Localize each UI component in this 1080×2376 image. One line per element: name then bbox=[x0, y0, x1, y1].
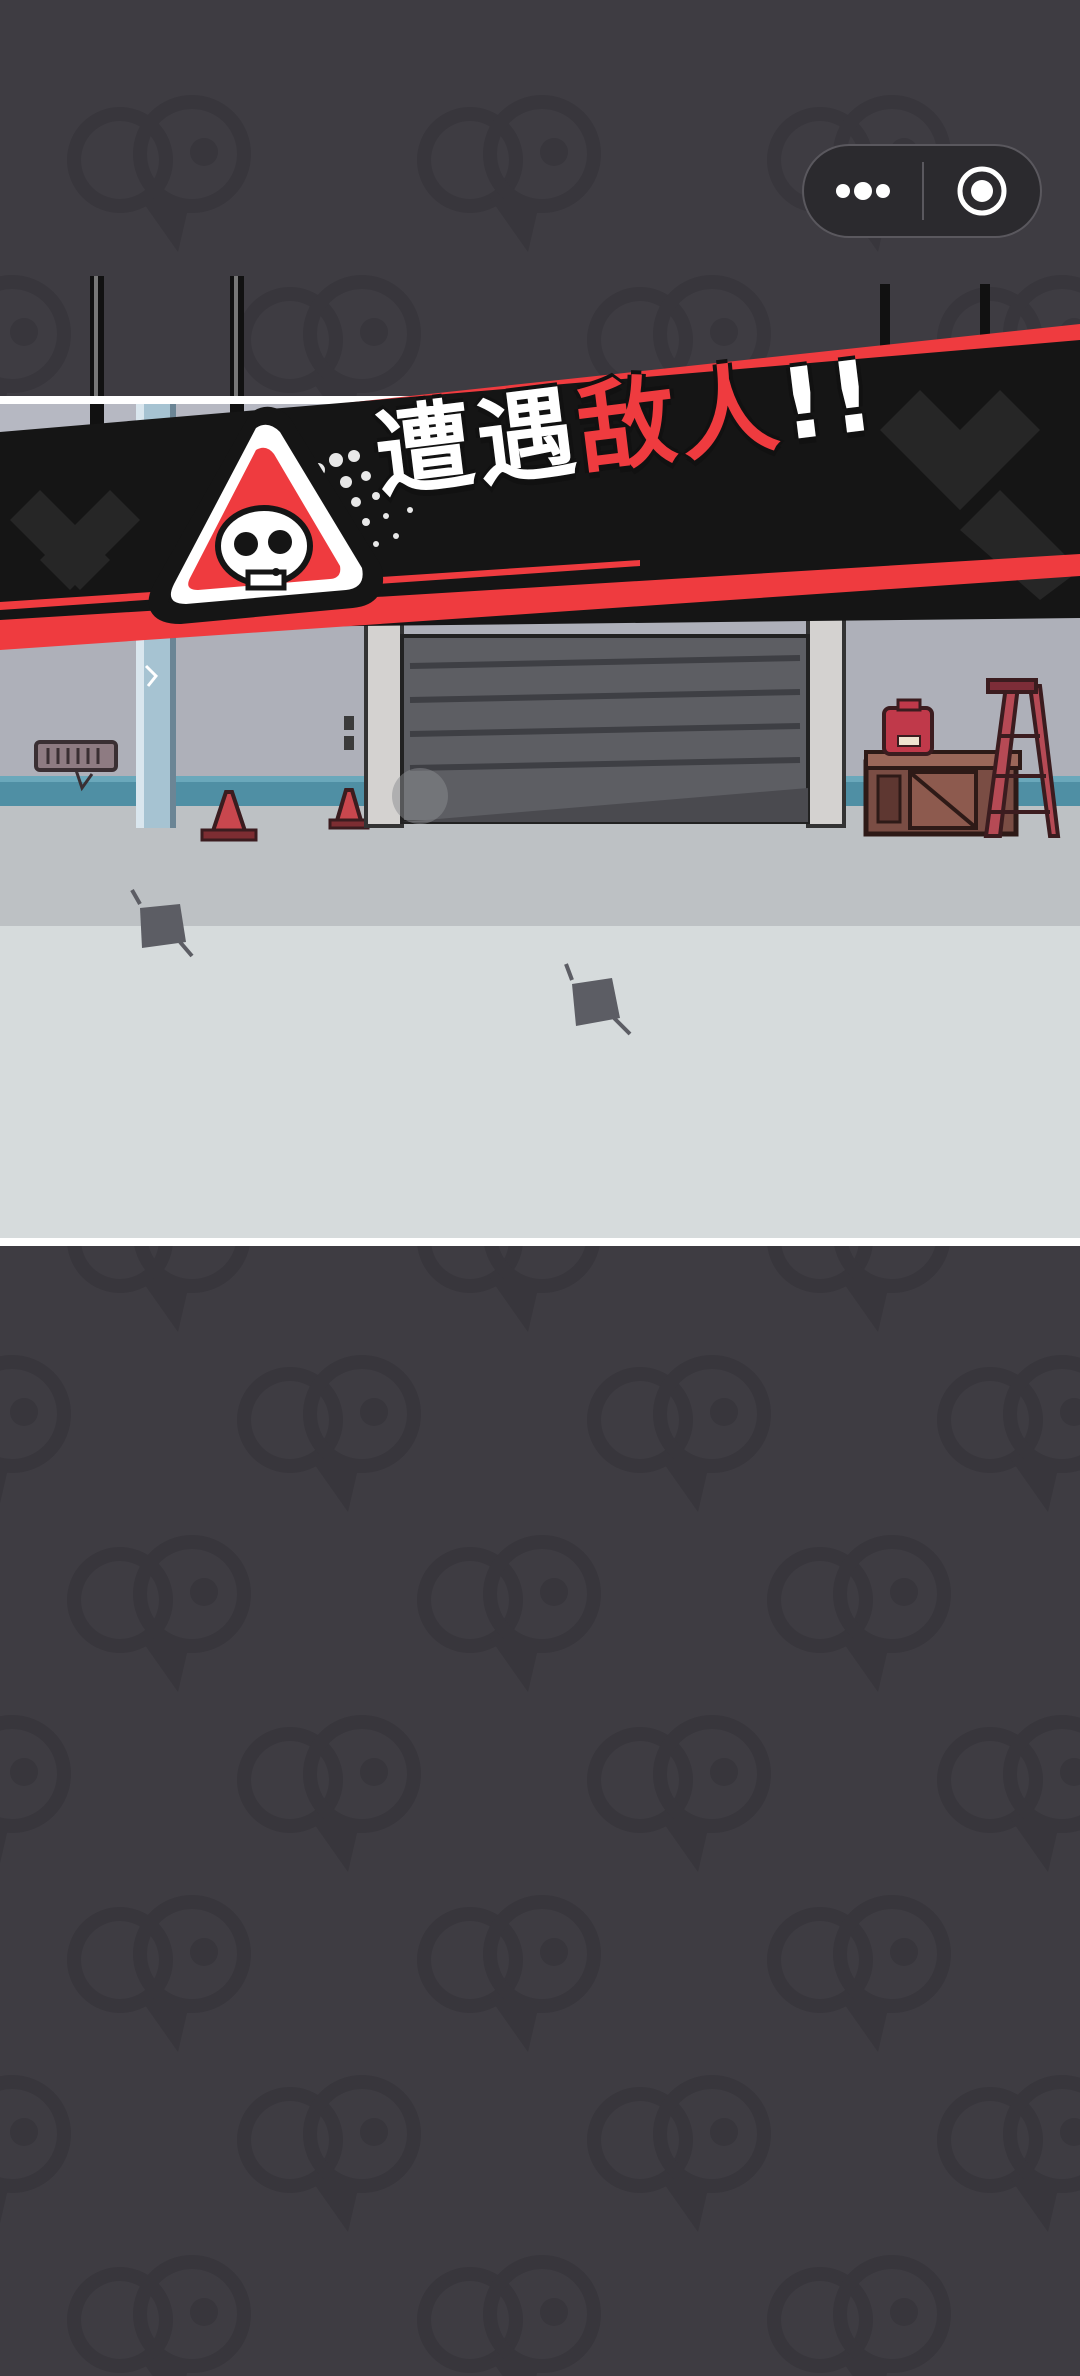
fuel-can bbox=[882, 698, 934, 756]
more-dots-icon bbox=[836, 182, 890, 200]
scene-frame-bottom bbox=[0, 1238, 1080, 1246]
banner-text-exclaim: !! bbox=[774, 338, 885, 464]
target-circle-icon bbox=[957, 166, 1007, 216]
miniprogram-capsule bbox=[802, 144, 1042, 238]
close-button[interactable] bbox=[924, 146, 1040, 236]
more-button[interactable] bbox=[804, 146, 922, 236]
